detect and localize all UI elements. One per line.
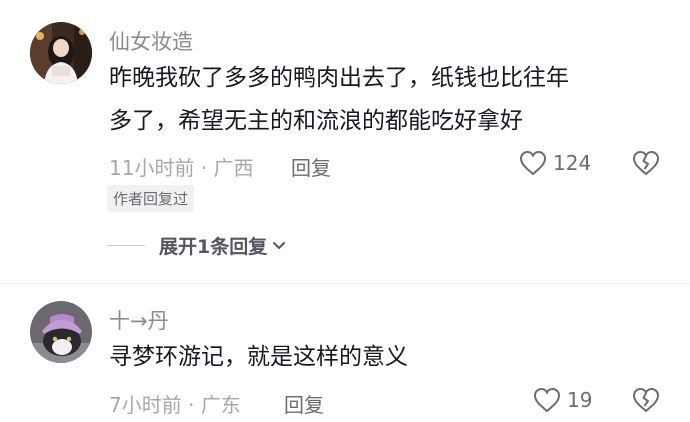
comment-location: 广西	[213, 156, 254, 180]
expand-replies-button[interactable]: 展开1条回复	[107, 232, 287, 259]
avatar-photo-girl-icon	[30, 22, 92, 84]
like-count: 19	[567, 388, 593, 412]
comment-username[interactable]: 十→丹	[109, 305, 169, 335]
meta-separator: ·	[200, 156, 208, 180]
expand-divider-line	[107, 245, 145, 246]
like-button[interactable]: 19	[533, 387, 592, 413]
heart-outline-icon	[519, 150, 547, 176]
like-count: 124	[553, 151, 592, 175]
comment-time: 11小时前	[109, 156, 195, 180]
like-button[interactable]: 124	[519, 150, 591, 176]
comment-text: 寻梦环游记，就是这样的意义	[109, 344, 408, 370]
comment-meta: 7小时前 · 广东	[109, 389, 241, 418]
broken-heart-icon	[632, 387, 660, 413]
comment-text: 昨晚我砍了多多的鸭肉出去了，纸钱也比往年多了，希望无主的和流浪的都能吃好拿好	[109, 65, 569, 134]
comment-time: 7小时前	[109, 393, 182, 417]
reply-button[interactable]: 回复	[291, 152, 331, 181]
comment-location: 广东	[200, 393, 241, 417]
meta-separator: ·	[188, 393, 195, 417]
comment-item: 仙女妆造 昨晚我砍了多多的鸭肉出去了，纸钱也比往年多了，希望无主的和流浪的都能吃…	[0, 0, 690, 283]
comment-meta: 11小时前 · 广西	[109, 152, 254, 181]
dislike-button[interactable]	[632, 387, 660, 417]
author-replied-badge: 作者回复过	[107, 185, 195, 212]
chevron-down-icon	[273, 241, 286, 249]
heart-outline-icon	[533, 387, 561, 413]
comment-username[interactable]: 仙女妆造	[109, 26, 193, 56]
dislike-button[interactable]	[632, 150, 660, 180]
expand-replies-label: 展开1条回复	[159, 236, 268, 258]
avatar[interactable]	[30, 22, 92, 84]
reply-button[interactable]: 回复	[284, 389, 324, 418]
avatar-photo-cat-icon	[30, 301, 92, 363]
comment-item: 十→丹 寻梦环游记，就是这样的意义 7小时前 · 广东 回复 19	[0, 283, 690, 422]
broken-heart-icon	[632, 150, 660, 176]
avatar[interactable]	[30, 301, 92, 363]
